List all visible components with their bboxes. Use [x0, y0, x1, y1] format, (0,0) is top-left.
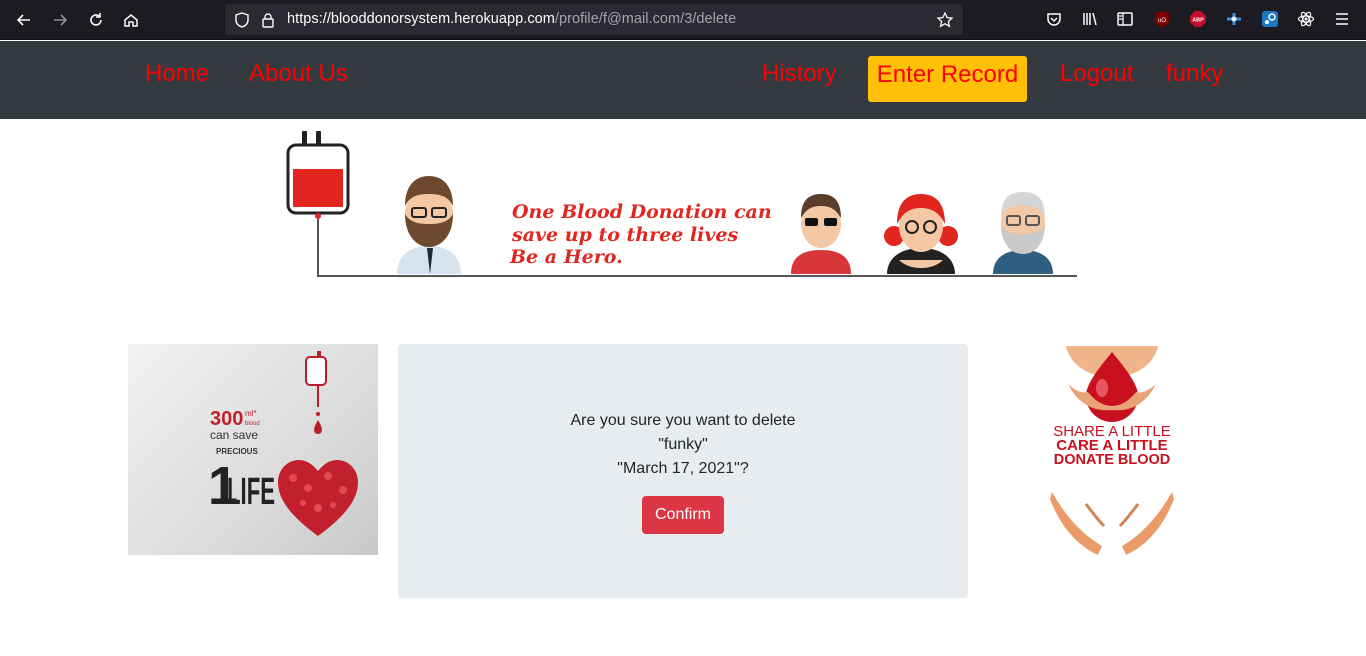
hands-holding-drop-icon — [1066, 346, 1158, 422]
donate-text: DONATE BLOOD — [1054, 452, 1171, 468]
pocket-icon[interactable] — [1045, 10, 1063, 28]
browser-toolbar: https://blooddonorsystem.herokuapp.com/p… — [0, 0, 1366, 40]
right-promo-image: SHARE A LITTLE CARE A LITTLE DONATE BLOO… — [1016, 344, 1208, 555]
ublock-icon[interactable]: uO — [1153, 10, 1171, 28]
blood-drip-icon — [305, 351, 327, 434]
nav-user[interactable]: funky — [1166, 60, 1223, 88]
url-host: https://blooddonorsystem.herokuapp.com — [287, 11, 555, 27]
hero-banner: One Blood Donation can save up to three … — [282, 128, 1082, 280]
site-navbar: Home About Us History Enter Record Logou… — [0, 41, 1366, 119]
amount-unit: ml* — [245, 409, 257, 418]
amount-sub: blood — [245, 421, 260, 427]
steam-icon[interactable] — [1261, 10, 1279, 28]
slogan-line-2: save up to three lives — [511, 224, 738, 246]
back-icon[interactable] — [10, 6, 38, 34]
menu-icon[interactable] — [1333, 10, 1351, 28]
react-icon[interactable] — [1297, 10, 1315, 28]
delete-question: Are you sure you want to delete — [570, 412, 796, 429]
url-text: https://blooddonorsystem.herokuapp.com/p… — [287, 11, 736, 27]
svg-text:ABP: ABP — [1192, 18, 1204, 24]
nav-about-us[interactable]: About Us — [249, 60, 348, 88]
nav-home[interactable]: Home — [145, 60, 209, 88]
avatar-bearded-man — [397, 176, 461, 274]
extension-icon[interactable] — [1225, 10, 1243, 28]
address-bar[interactable]: https://blooddonorsystem.herokuapp.com/p… — [225, 4, 963, 35]
delete-confirmation-card: Are you sure you want to delete "funky" … — [398, 344, 968, 598]
confirm-button[interactable]: Confirm — [642, 496, 724, 534]
slogan-line-1: One Blood Donation can — [512, 201, 772, 223]
sidebar-icon[interactable] — [1116, 10, 1134, 28]
avatar-sunglasses-man — [791, 194, 851, 274]
avatar-red-hair-woman — [884, 194, 958, 274]
adblock-icon[interactable]: ABP — [1189, 10, 1207, 28]
delete-record-date: "March 17, 2021"? — [617, 460, 749, 477]
lock-icon[interactable] — [259, 11, 277, 29]
home-icon[interactable] — [117, 6, 145, 34]
nav-enter-record-button[interactable]: Enter Record — [868, 56, 1027, 102]
nav-history[interactable]: History — [762, 60, 837, 88]
star-icon[interactable] — [936, 11, 954, 29]
precious-text: PRECIOUS — [216, 447, 258, 456]
open-hands-icon — [1050, 492, 1174, 555]
reload-icon[interactable] — [82, 6, 110, 34]
delete-record-name: "funky" — [658, 436, 708, 453]
can-save-text: can save — [210, 428, 258, 442]
svg-text:uO: uO — [1158, 18, 1166, 24]
nav-logout[interactable]: Logout — [1060, 60, 1133, 88]
amount-text: 300 — [210, 408, 243, 430]
heart-icon — [278, 460, 358, 536]
left-promo-image: 300 ml* blood can save PRECIOUS 1 LIFE — [128, 344, 378, 555]
library-icon[interactable] — [1081, 10, 1099, 28]
slogan-text: One Blood Donation can save up to three … — [509, 201, 772, 268]
avatar-old-man — [993, 192, 1053, 274]
life-text: LIFE — [227, 471, 275, 513]
slogan-line-3: Be a Hero. — [509, 246, 623, 268]
forward-icon[interactable] — [46, 6, 74, 34]
url-path: /profile/f@mail.com/3/delete — [554, 11, 737, 27]
shield-icon[interactable] — [233, 11, 251, 29]
